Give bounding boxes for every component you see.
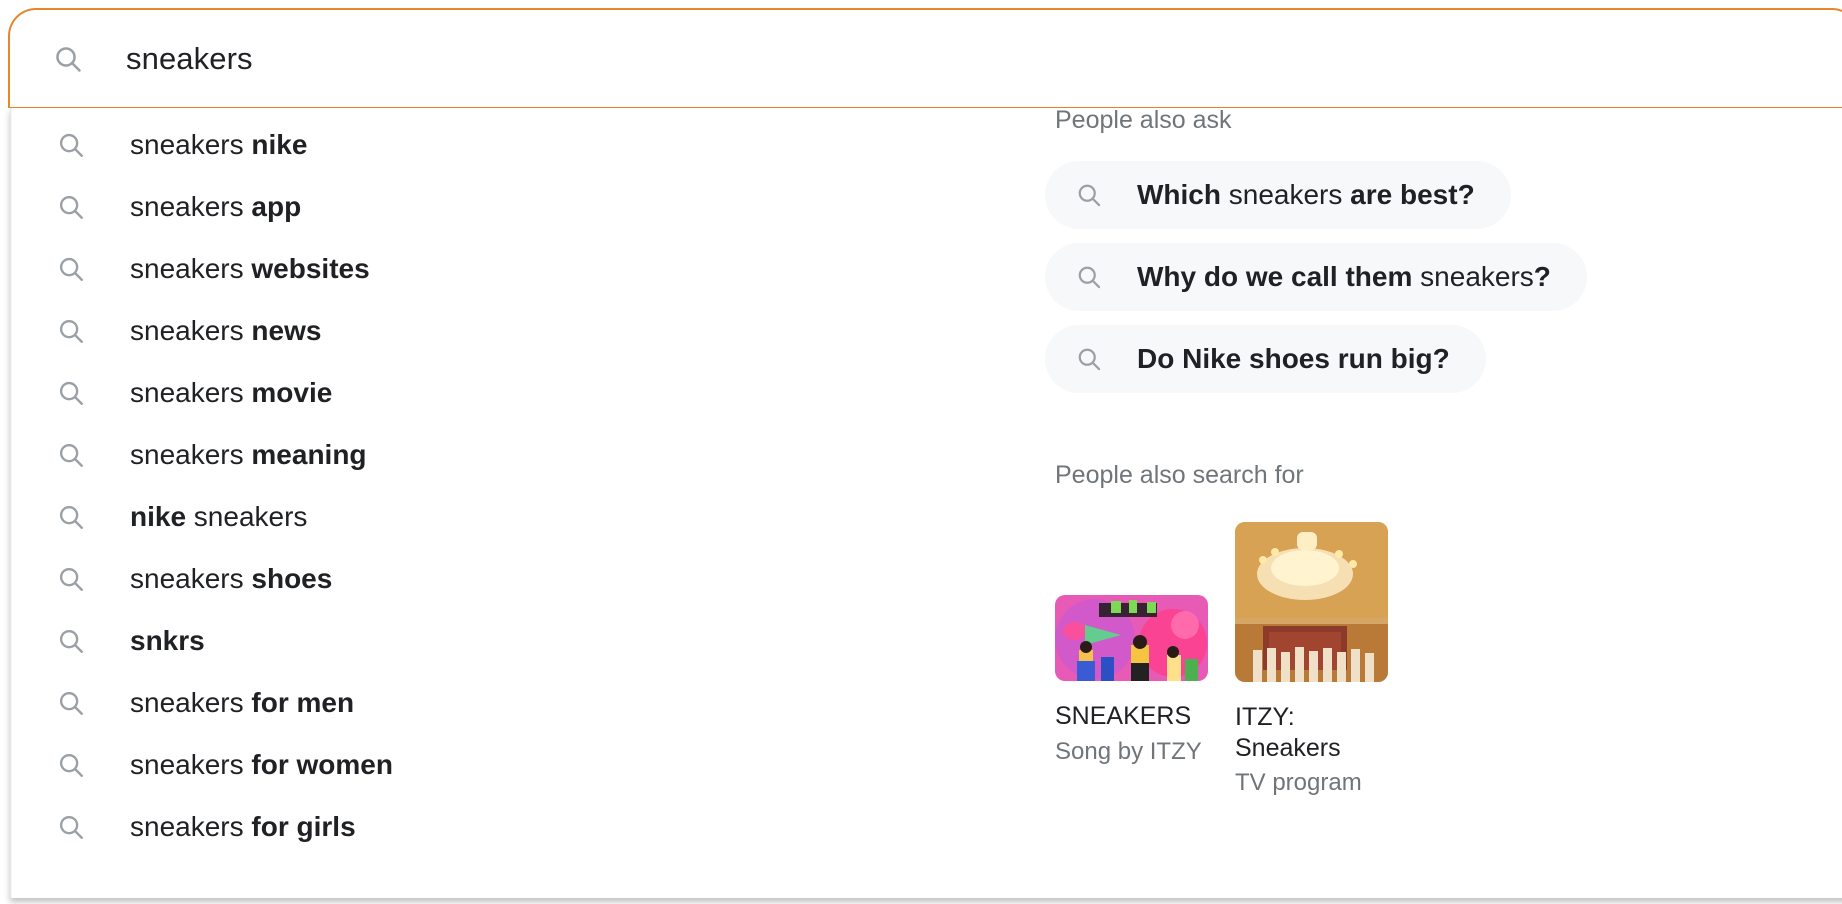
people-also-ask-row: Why do we call them sneakers? bbox=[1045, 243, 1835, 325]
search-input-value[interactable]: sneakers bbox=[126, 43, 253, 74]
search-icon bbox=[1075, 263, 1103, 291]
search-icon bbox=[56, 130, 86, 160]
people-also-ask-row: Do Nike shoes run big? bbox=[1045, 325, 1835, 407]
search-icon bbox=[56, 440, 86, 470]
suggestion-list: sneakers nike sneakers app sneakers websit… bbox=[10, 114, 1020, 858]
entity-thumbnail[interactable] bbox=[1055, 595, 1208, 681]
suggestion-label: sneakers app bbox=[130, 191, 302, 222]
people-also-ask-list: Which sneakers are best? Why do we call t… bbox=[1045, 161, 1835, 407]
suggestion-item[interactable]: sneakers news bbox=[10, 300, 1020, 362]
suggestion-label: snkrs bbox=[130, 625, 205, 656]
suggestion-item[interactable]: nike sneakers bbox=[10, 486, 1020, 548]
people-also-ask-label: Why do we call them sneakers? bbox=[1137, 261, 1551, 292]
search-icon bbox=[56, 812, 86, 842]
search-icon bbox=[56, 626, 86, 656]
right-column: People also ask Which sneakers are best?… bbox=[1045, 108, 1835, 798]
suggestions-dropdown: sneakers nike sneakers app sneakers websit… bbox=[10, 108, 1842, 898]
search-suggestions-overlay: sneakers sneakers nike sneakers app sneake… bbox=[0, 0, 1842, 904]
search-icon bbox=[56, 502, 86, 532]
search-icon bbox=[56, 254, 86, 284]
entity-title: SNEAKERS bbox=[1055, 702, 1192, 730]
suggestion-label: sneakers for girls bbox=[130, 811, 356, 842]
suggestion-item[interactable]: sneakers movie bbox=[10, 362, 1020, 424]
people-also-ask-label: Do Nike shoes run big? bbox=[1137, 343, 1450, 374]
suggestion-item[interactable]: sneakers for girls bbox=[10, 796, 1020, 858]
search-box[interactable]: sneakers bbox=[8, 8, 1842, 108]
people-also-search-for-heading: People also search for bbox=[1055, 461, 1304, 489]
people-also-ask-row: Which sneakers are best? bbox=[1045, 161, 1835, 243]
search-icon bbox=[56, 750, 86, 780]
suggestion-item[interactable]: sneakers nike bbox=[10, 114, 1020, 176]
suggestion-item[interactable]: sneakers for women bbox=[10, 734, 1020, 796]
suggestion-item[interactable]: sneakers shoes bbox=[10, 548, 1020, 610]
search-icon bbox=[56, 378, 86, 408]
people-also-ask-item[interactable]: Why do we call them sneakers? bbox=[1045, 243, 1587, 311]
suggestion-label: sneakers for men bbox=[130, 687, 355, 718]
suggestion-label: sneakers movie bbox=[130, 377, 333, 408]
suggestion-label: sneakers meaning bbox=[130, 439, 367, 470]
suggestion-label: sneakers for women bbox=[130, 749, 393, 780]
search-icon bbox=[1075, 345, 1103, 373]
suggestion-label: sneakers nike bbox=[130, 129, 308, 160]
entity-card[interactable]: SNEAKERS Song by ITZY bbox=[1055, 522, 1213, 766]
people-also-search-for-list: SNEAKERS Song by ITZY ITZY: Sneakers TV pro… bbox=[1055, 522, 1835, 798]
suggestion-item[interactable]: sneakers for men bbox=[10, 672, 1020, 734]
suggestion-label: nike sneakers bbox=[130, 501, 308, 532]
search-icon bbox=[52, 43, 84, 75]
people-also-ask-label: Which sneakers are best? bbox=[1137, 179, 1475, 210]
suggestion-item[interactable]: sneakers meaning bbox=[10, 424, 1020, 486]
search-icon bbox=[56, 316, 86, 346]
entity-title: ITZY: Sneakers bbox=[1235, 703, 1341, 762]
search-icon bbox=[56, 564, 86, 594]
entity-card[interactable]: ITZY: Sneakers TV program bbox=[1235, 522, 1393, 798]
search-icon bbox=[56, 688, 86, 718]
people-also-ask-item[interactable]: Do Nike shoes run big? bbox=[1045, 325, 1486, 393]
suggestion-label: sneakers shoes bbox=[130, 563, 333, 594]
suggestion-item[interactable]: sneakers app bbox=[10, 176, 1020, 238]
search-icon bbox=[56, 192, 86, 222]
people-also-ask-item[interactable]: Which sneakers are best? bbox=[1045, 161, 1511, 229]
suggestion-item[interactable]: snkrs bbox=[10, 610, 1020, 672]
entity-subtitle: TV program bbox=[1235, 769, 1362, 796]
suggestion-label: sneakers websites bbox=[130, 253, 370, 284]
suggestion-label: sneakers news bbox=[130, 315, 322, 346]
people-also-ask-heading: People also ask bbox=[1055, 106, 1232, 134]
search-icon bbox=[1075, 181, 1103, 209]
entity-subtitle: Song by ITZY bbox=[1055, 737, 1202, 765]
suggestion-item[interactable]: sneakers websites bbox=[10, 238, 1020, 300]
entity-thumbnail[interactable] bbox=[1235, 522, 1388, 682]
